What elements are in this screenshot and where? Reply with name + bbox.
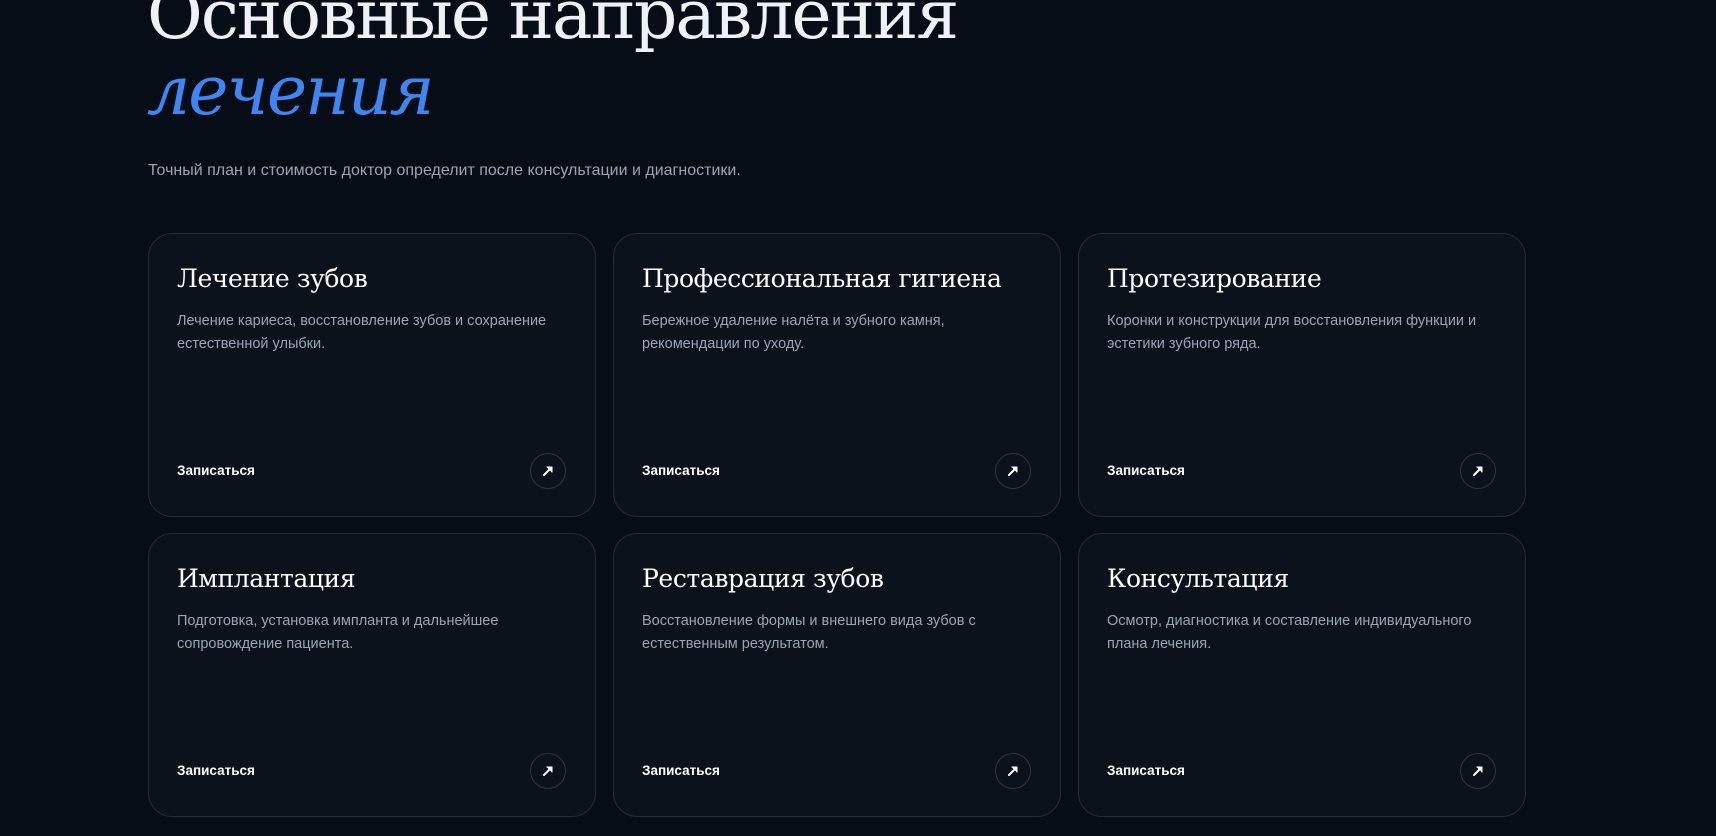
card-description: Подготовка, установка импланта и дальней…	[177, 613, 499, 652]
section-title: Основные направления лечения	[147, 0, 959, 131]
section-title-main: Основные направления	[147, 0, 959, 55]
service-card-teeth-treatment[interactable]: Лечение зубов Лечение кариеса, восстанов…	[148, 233, 596, 517]
book-link[interactable]: Записаться	[177, 762, 255, 780]
card-title: Лечение зубов	[177, 264, 368, 293]
service-card-restoration[interactable]: Реставрация зубов Восстановление формы и…	[613, 533, 1061, 817]
arrow-up-right-icon[interactable]	[1460, 453, 1496, 489]
service-card-hygiene[interactable]: Профессиональная гигиена Бережное удален…	[613, 233, 1061, 517]
service-card-prosthetics[interactable]: Протезирование Коронки и конструкции для…	[1078, 233, 1526, 517]
card-title: Профессиональная гигиена	[642, 264, 1002, 293]
service-card-consultation[interactable]: Консультация Осмотр, диагностика и соста…	[1078, 533, 1526, 817]
book-link[interactable]: Записаться	[642, 762, 720, 780]
arrow-up-right-icon[interactable]	[1460, 753, 1496, 789]
card-title: Протезирование	[1107, 264, 1322, 293]
book-link[interactable]: Записаться	[642, 462, 720, 480]
arrow-up-right-icon[interactable]	[995, 453, 1031, 489]
card-title: Консультация	[1107, 564, 1289, 593]
card-description: Восстановление формы и внешнего вида зуб…	[642, 613, 976, 652]
service-card-implantation[interactable]: Имплантация Подготовка, установка имплан…	[148, 533, 596, 817]
card-description: Лечение кариеса, восстановление зубов и …	[177, 313, 547, 352]
book-link[interactable]: Записаться	[1107, 762, 1185, 780]
card-title: Имплантация	[177, 564, 356, 593]
section-title-accent: лечения	[147, 52, 435, 131]
card-title: Реставрация зубов	[642, 564, 884, 593]
card-description: Осмотр, диагностика и составление индиви…	[1107, 613, 1472, 652]
book-link[interactable]: Записаться	[177, 462, 255, 480]
book-link[interactable]: Записаться	[1107, 462, 1185, 480]
card-description: Коронки и конструкции для восстановления…	[1107, 313, 1477, 352]
arrow-up-right-icon[interactable]	[995, 753, 1031, 789]
arrow-up-right-icon[interactable]	[530, 453, 566, 489]
section-subtitle: Точный план и стоимость доктор определит…	[148, 162, 741, 179]
arrow-up-right-icon[interactable]	[530, 753, 566, 789]
card-description: Бережное удаление налёта и зубного камня…	[642, 313, 945, 352]
